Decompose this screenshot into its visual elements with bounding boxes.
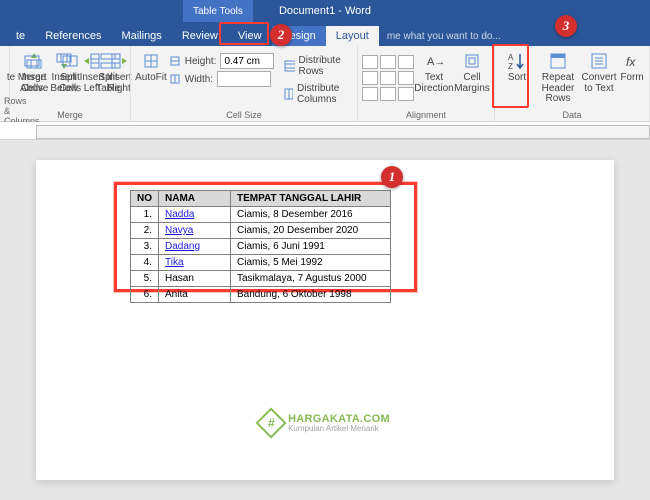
annotation-box-layout-tab [219, 22, 269, 45]
group-label-data: Data [499, 108, 645, 120]
group-label-cell-size: Cell Size [135, 108, 353, 120]
cell-ttl: Ciamis, 8 Desember 2016 [231, 207, 391, 223]
text-direction-button[interactable]: A→Text Direction [416, 49, 452, 94]
height-label: Height: [185, 56, 217, 67]
height-input[interactable] [220, 53, 274, 69]
cell-nama: Navya [159, 223, 231, 239]
cell-nama: Nadda [159, 207, 231, 223]
group-data: AZSort Repeat Header Rows Convert to Tex… [495, 46, 650, 121]
alignment-grid[interactable] [362, 49, 414, 101]
repeat-header-rows-button[interactable]: Repeat Header Rows [537, 49, 579, 105]
cell-no: 5. [131, 271, 159, 287]
cell-ttl: Tasikmalaya, 7 Agustus 2000 [231, 271, 391, 287]
horizontal-ruler[interactable] [0, 122, 650, 140]
cell-no: 1. [131, 207, 159, 223]
annotation-marker-3: 3 [555, 15, 577, 37]
ribbon: te Insert Above Insert Below Insert Left… [0, 46, 650, 122]
group-label-alignment: Alignment [362, 108, 490, 120]
document-area: NO NAMA TEMPAT TANGGAL LAHIR 1.NaddaCiam… [0, 140, 650, 500]
cell-no: 4. [131, 255, 159, 271]
cell-ttl: Ciamis, 20 Desember 2020 [231, 223, 391, 239]
convert-to-text-button[interactable]: Convert to Text [581, 49, 617, 94]
annotation-marker-1: 1 [381, 166, 403, 188]
document-title: Document1 - Word [279, 5, 371, 17]
svg-text:fx: fx [626, 55, 636, 69]
cell-no: 2. [131, 223, 159, 239]
cell-no: 3. [131, 239, 159, 255]
table-row[interactable]: 5.HasanTasikmalaya, 7 Agustus 2000 [131, 271, 391, 287]
watermark: # HARGAKATA.COM Kumpulan Artikel Menarik [260, 412, 390, 434]
group-cell-size: AutoFit Height: Width: Distribute Rows D… [131, 46, 358, 121]
cell-nama: Hasan [159, 271, 231, 287]
watermark-title: HARGAKATA.COM [288, 414, 390, 425]
group-merge: Merge Cells Split Cells Split Table Merg… [10, 46, 131, 121]
table-tools-context-label: Table Tools [183, 0, 253, 22]
title-bar: Table Tools Document1 - Word [0, 0, 650, 22]
cell-ttl: Ciamis, 5 Mei 1992 [231, 255, 391, 271]
col-no: NO [131, 191, 159, 207]
group-label-merge: Merge [14, 108, 126, 120]
width-input[interactable] [217, 71, 271, 87]
table-row[interactable]: 4.TikaCiamis, 5 Mei 1992 [131, 255, 391, 271]
cell-ttl: Bandung, 6 Oktober 1998 [231, 287, 391, 303]
distribute-columns-button[interactable]: Distribute Columns [284, 83, 349, 105]
cell-nama: Tika [159, 255, 231, 271]
formula-button[interactable]: fxForm [619, 49, 645, 84]
height-icon [169, 55, 181, 67]
annotation-box-sort [492, 44, 529, 108]
cell-nama: Dadang [159, 239, 231, 255]
table-row[interactable]: 1.NaddaCiamis, 8 Desember 2016 [131, 207, 391, 223]
group-alignment: A→Text Direction Cell Margins Alignment [358, 46, 495, 121]
split-table-button[interactable]: Split Table [90, 49, 126, 94]
split-cells-button[interactable]: Split Cells [52, 49, 88, 94]
group-rows-columns: te Insert Above Insert Below Insert Left… [0, 46, 10, 121]
table-row[interactable]: 2.NavyaCiamis, 20 Desember 2020 [131, 223, 391, 239]
table-header-row: NO NAMA TEMPAT TANGGAL LAHIR [131, 191, 391, 207]
cell-ttl: Ciamis, 6 Juni 1991 [231, 239, 391, 255]
svg-text:A→: A→ [427, 56, 443, 68]
tab-layout[interactable]: Layout [326, 26, 379, 46]
tab-mailings[interactable]: Mailings [111, 26, 171, 46]
autofit-button[interactable]: AutoFit [135, 49, 167, 84]
watermark-subtitle: Kumpulan Artikel Menarik [288, 425, 390, 433]
annotation-marker-2: 2 [270, 24, 292, 46]
table-row[interactable]: 3.DadangCiamis, 6 Juni 1991 [131, 239, 391, 255]
width-label: Width: [185, 74, 213, 85]
cell-no: 6. [131, 287, 159, 303]
table-row[interactable]: 6.AnitaBandung, 6 Oktober 1998 [131, 287, 391, 303]
col-ttl: TEMPAT TANGGAL LAHIR [231, 191, 391, 207]
page: NO NAMA TEMPAT TANGGAL LAHIR 1.NaddaCiam… [36, 160, 614, 480]
tab-partial[interactable]: te [6, 26, 35, 46]
ribbon-tabs: te References Mailings Review View Desig… [0, 22, 650, 46]
data-table[interactable]: NO NAMA TEMPAT TANGGAL LAHIR 1.NaddaCiam… [130, 190, 391, 303]
merge-cells-button[interactable]: Merge Cells [14, 49, 50, 94]
distribute-rows-button[interactable]: Distribute Rows [284, 55, 349, 77]
cell-margins-button[interactable]: Cell Margins [454, 49, 490, 94]
tell-me-input[interactable]: me what you want to do... [387, 27, 501, 46]
tab-references[interactable]: References [35, 26, 111, 46]
width-icon [169, 73, 181, 85]
col-nama: NAMA [159, 191, 231, 207]
cell-nama: Anita [159, 287, 231, 303]
watermark-logo-icon: # [256, 407, 287, 438]
